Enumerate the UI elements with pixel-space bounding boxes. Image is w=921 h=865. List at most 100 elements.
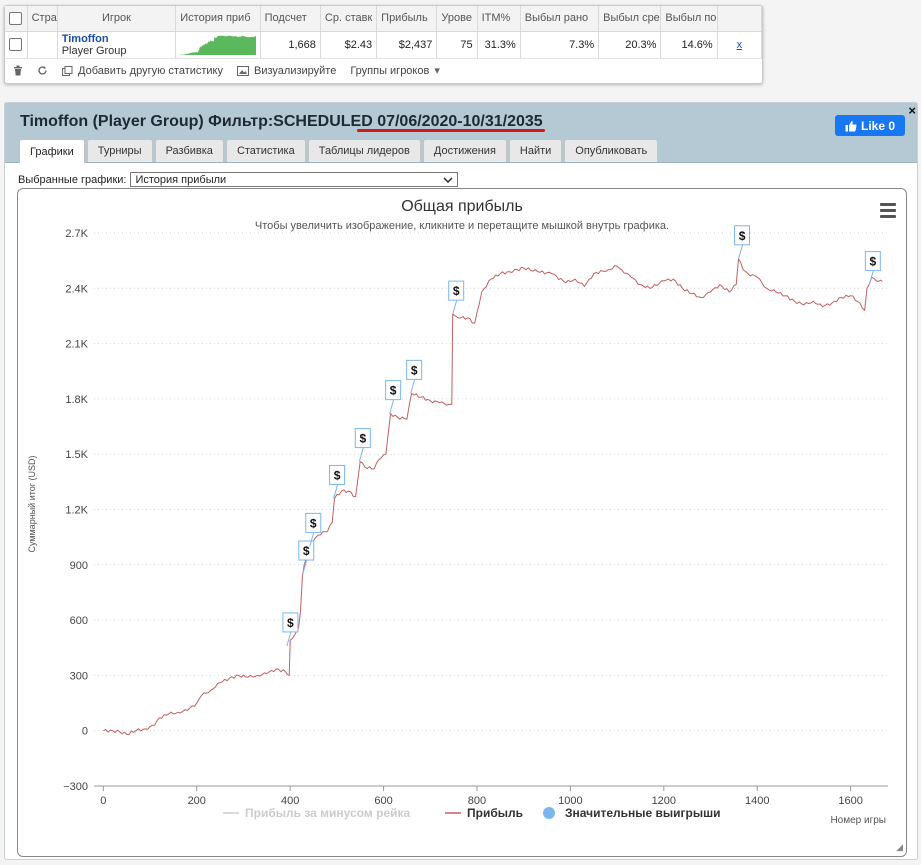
legend-item[interactable]: Значительные выигрыши [543, 806, 721, 820]
legend-item[interactable]: Прибыль за минусом рейка [223, 806, 410, 820]
grid-lines [94, 232, 888, 787]
avg-stake-cell: $2.43 [320, 31, 378, 59]
col-header-actions [717, 6, 763, 32]
tab-achievements[interactable]: Достижения [422, 139, 507, 162]
panel-tabs: Графики Турниры Разбивка Статистика Табл… [19, 139, 659, 163]
y-axis-ticks: −300 0 300 600 900 1.2K 1.5K 1.8K 2.1K 2.4K 2.7K [63, 228, 88, 793]
big-win-flag: $ [329, 464, 346, 499]
table-row: Timoffon Player Group 1,668 $2.43 $2,437… [5, 31, 763, 59]
facebook-like-button[interactable]: Like 0 [835, 115, 905, 136]
graph-select[interactable]: История прибыли [130, 172, 459, 187]
y-tick-label: 2.4K [65, 283, 88, 295]
col-header-avg-stake[interactable]: Ср. ставк [320, 6, 378, 32]
legend-label: Прибыль за минусом рейка [245, 806, 410, 820]
big-wins-layer: $$$$$$$$$$ [282, 225, 881, 647]
x-tick-label: 200 [188, 795, 206, 807]
row-checkbox-cell[interactable] [5, 31, 28, 59]
remove-cell: x [717, 31, 763, 59]
select-all-checkbox-cell[interactable] [5, 6, 28, 32]
panel-header: Timoffon (Player Group) Фильтр:SCHEDULED… [5, 103, 917, 163]
y-tick-label: 1.8K [65, 394, 88, 406]
col-header-level[interactable]: Урове [436, 6, 478, 32]
legend-item[interactable]: Прибыль [445, 806, 523, 820]
tab-tournaments[interactable]: Турниры [86, 139, 153, 162]
graph-select-value: История прибыли [135, 173, 227, 186]
y-tick-label: 1.2K [65, 505, 88, 517]
chart-menu-icon[interactable] [880, 203, 896, 221]
late-out-cell: 14.6% [660, 31, 718, 59]
caret-down-icon: ▾ [434, 65, 440, 77]
chevron-down-icon [443, 174, 453, 186]
thumbs-up-icon [845, 120, 857, 131]
big-win-label: $ [310, 516, 317, 530]
chart-container[interactable]: Общая прибыль Чтобы увеличить изображени… [17, 188, 907, 857]
col-header-profit[interactable]: Прибыль [376, 6, 438, 32]
y-tick-label: 2.7K [65, 228, 88, 240]
trash-icon [14, 65, 22, 76]
tab-breakdown[interactable]: Разбивка [154, 139, 224, 162]
stats-table: Стра Игрок История приб Подсчет Ср. став… [5, 6, 763, 59]
graph-selector-label: Выбранные графики: [18, 173, 127, 186]
legend-dot-icon [543, 807, 555, 819]
tab-graphs[interactable]: Графики [19, 139, 85, 163]
visualize-button[interactable]: Визуализируйте [237, 65, 336, 77]
graph-selector-row: Выбранные графики: История прибыли [18, 172, 459, 187]
big-win-pole [389, 399, 395, 414]
col-header-mid-out[interactable]: Выбыл сре [598, 6, 662, 32]
red-annotation-underline [357, 129, 545, 132]
col-header-player[interactable]: Игрок [57, 6, 177, 32]
profit-chart[interactable]: Общая прибыль Чтобы увеличить изображени… [18, 189, 906, 856]
tab-statistics[interactable]: Статистика [225, 139, 306, 162]
refresh-icon [38, 66, 47, 75]
col-header-page[interactable]: Стра [27, 6, 58, 32]
series-layer [103, 258, 883, 735]
add-stats-button[interactable]: Добавить другую статистику [62, 65, 223, 77]
page-cell [27, 31, 58, 59]
big-win-flag: $ [385, 380, 402, 414]
y-axis-label: Суммарный итог (USD) [27, 455, 37, 552]
profit-series-line [103, 258, 883, 735]
player-name-link[interactable]: Timoffon [62, 33, 172, 45]
tab-publish[interactable]: Опубликовать [564, 139, 659, 162]
add-columns-icon [62, 65, 73, 76]
legend-label: Значительные выигрыши [565, 806, 721, 820]
col-header-late-out[interactable]: Выбыл по [660, 6, 718, 32]
col-header-early-out[interactable]: Выбыл рано [520, 6, 600, 32]
big-win-pole [410, 379, 416, 394]
stats-toolbar: Добавить другую статистику Визуализируйт… [5, 59, 762, 83]
select-all-checkbox[interactable] [9, 11, 23, 25]
big-win-pole [738, 244, 744, 259]
big-win-label: $ [334, 468, 341, 482]
visualize-label: Визуализируйте [254, 64, 337, 77]
resize-grip-icon[interactable]: ◢ [896, 842, 903, 853]
x-axis-ticks: 0 200 400 600 800 1000 1200 1400 1600 [100, 786, 863, 807]
y-tick-label: 1.5K [65, 449, 88, 461]
tab-find[interactable]: Найти [508, 139, 563, 162]
big-win-flag: $ [734, 225, 751, 259]
y-tick-label: 0 [82, 726, 88, 738]
row-checkbox[interactable] [9, 38, 22, 51]
refresh-button[interactable] [37, 65, 48, 76]
x-tick-label: 1600 [838, 795, 862, 807]
big-win-label: $ [411, 363, 418, 377]
big-win-label: $ [739, 229, 746, 243]
big-win-flag: $ [448, 280, 465, 315]
early-out-cell: 7.3% [520, 31, 600, 59]
level-cell: 75 [436, 31, 478, 59]
col-header-profit-history[interactable]: История приб [175, 6, 261, 32]
sparkline-cell [175, 31, 261, 59]
col-header-count[interactable]: Подсчет [260, 6, 321, 32]
player-groups-label: Группы игроков [350, 64, 430, 77]
remove-row-link[interactable]: x [737, 39, 743, 51]
y-tick-label: −300 [63, 781, 88, 793]
y-tick-label: 300 [70, 670, 88, 682]
player-cell: Timoffon Player Group [57, 31, 177, 59]
delete-button[interactable] [13, 65, 23, 76]
tab-leaderboards[interactable]: Таблицы лидеров [307, 139, 421, 162]
legend-label: Прибыль [467, 806, 523, 820]
close-icon[interactable]: × [908, 103, 916, 118]
big-win-flag: $ [864, 251, 881, 285]
count-cell: 1,668 [260, 31, 321, 59]
col-header-itm[interactable]: ITM% [477, 6, 521, 32]
player-groups-dropdown[interactable]: Группы игроков ▾ [350, 64, 440, 78]
